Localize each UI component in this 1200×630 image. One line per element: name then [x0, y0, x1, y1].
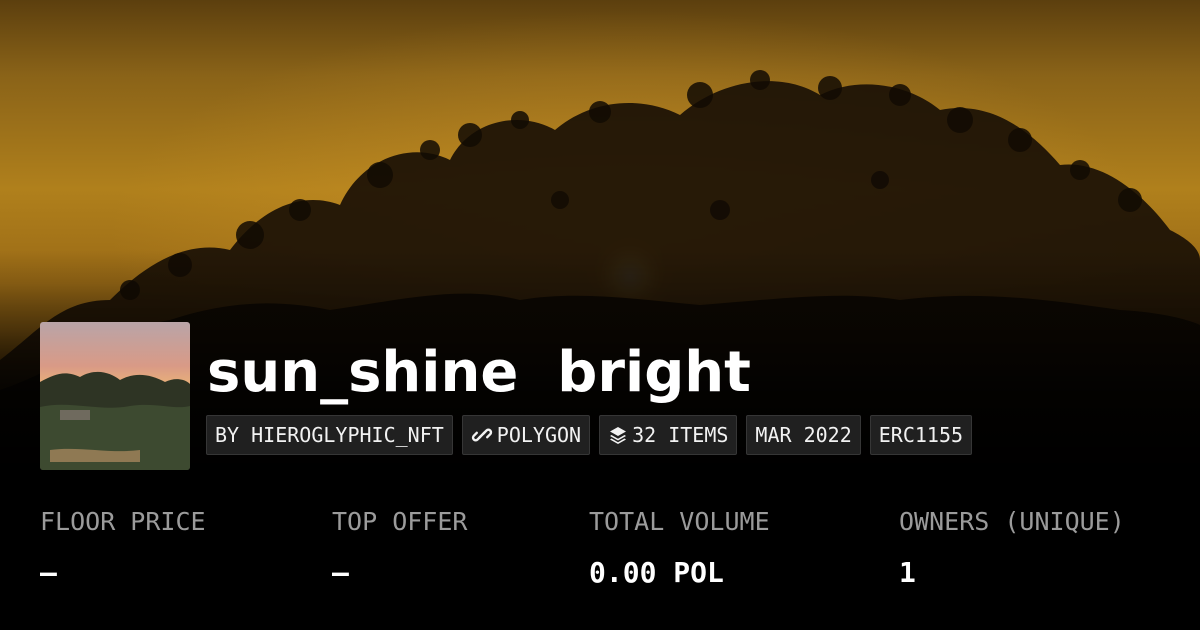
token-standard-pill: ERC1155	[869, 415, 973, 455]
creator-label: BY HIEROGLYPHIC_NFT	[215, 423, 444, 447]
stat-top-offer: TOP OFFER –	[332, 506, 467, 590]
stat-value: 1	[899, 556, 916, 589]
token-standard-label: ERC1155	[878, 423, 964, 447]
stat-total-volume: TOTAL VOLUME 0.00 POL	[589, 506, 770, 590]
creator-pill[interactable]: BY HIEROGLYPHIC_NFT	[206, 415, 453, 455]
items-pill[interactable]: 32 ITEMS	[599, 415, 738, 455]
chain-label: POLYGON	[496, 423, 582, 447]
stat-label: FLOOR PRICE	[40, 507, 206, 536]
stat-label: TOTAL VOLUME	[589, 507, 770, 536]
stat-label: TOP OFFER	[332, 507, 468, 536]
collection-share-card: sun_shine bright BY HIEROGLYPHIC_NFT POL…	[0, 0, 1200, 630]
stat-owners-unique: OWNERS (UNIQUE) 1	[899, 506, 1125, 590]
collection-info-pills: BY HIEROGLYPHIC_NFT POLYGON 32 ITEMS MAR…	[206, 415, 973, 455]
stat-label: OWNERS (UNIQUE)	[899, 507, 1125, 536]
created-date-label: MAR 2022	[755, 423, 852, 447]
chain-pill[interactable]: POLYGON	[461, 415, 591, 455]
stat-value: 0.00 POL	[589, 556, 724, 589]
stat-value: –	[332, 556, 349, 589]
layers-icon	[608, 425, 628, 445]
stat-value: –	[40, 556, 57, 589]
link-icon	[471, 424, 493, 446]
collection-title: sun_shine bright	[207, 340, 751, 405]
created-date-pill: MAR 2022	[746, 415, 861, 455]
items-count-label: 32 ITEMS	[632, 423, 729, 447]
collection-avatar	[40, 322, 190, 470]
stat-floor-price: FLOOR PRICE –	[40, 506, 206, 590]
